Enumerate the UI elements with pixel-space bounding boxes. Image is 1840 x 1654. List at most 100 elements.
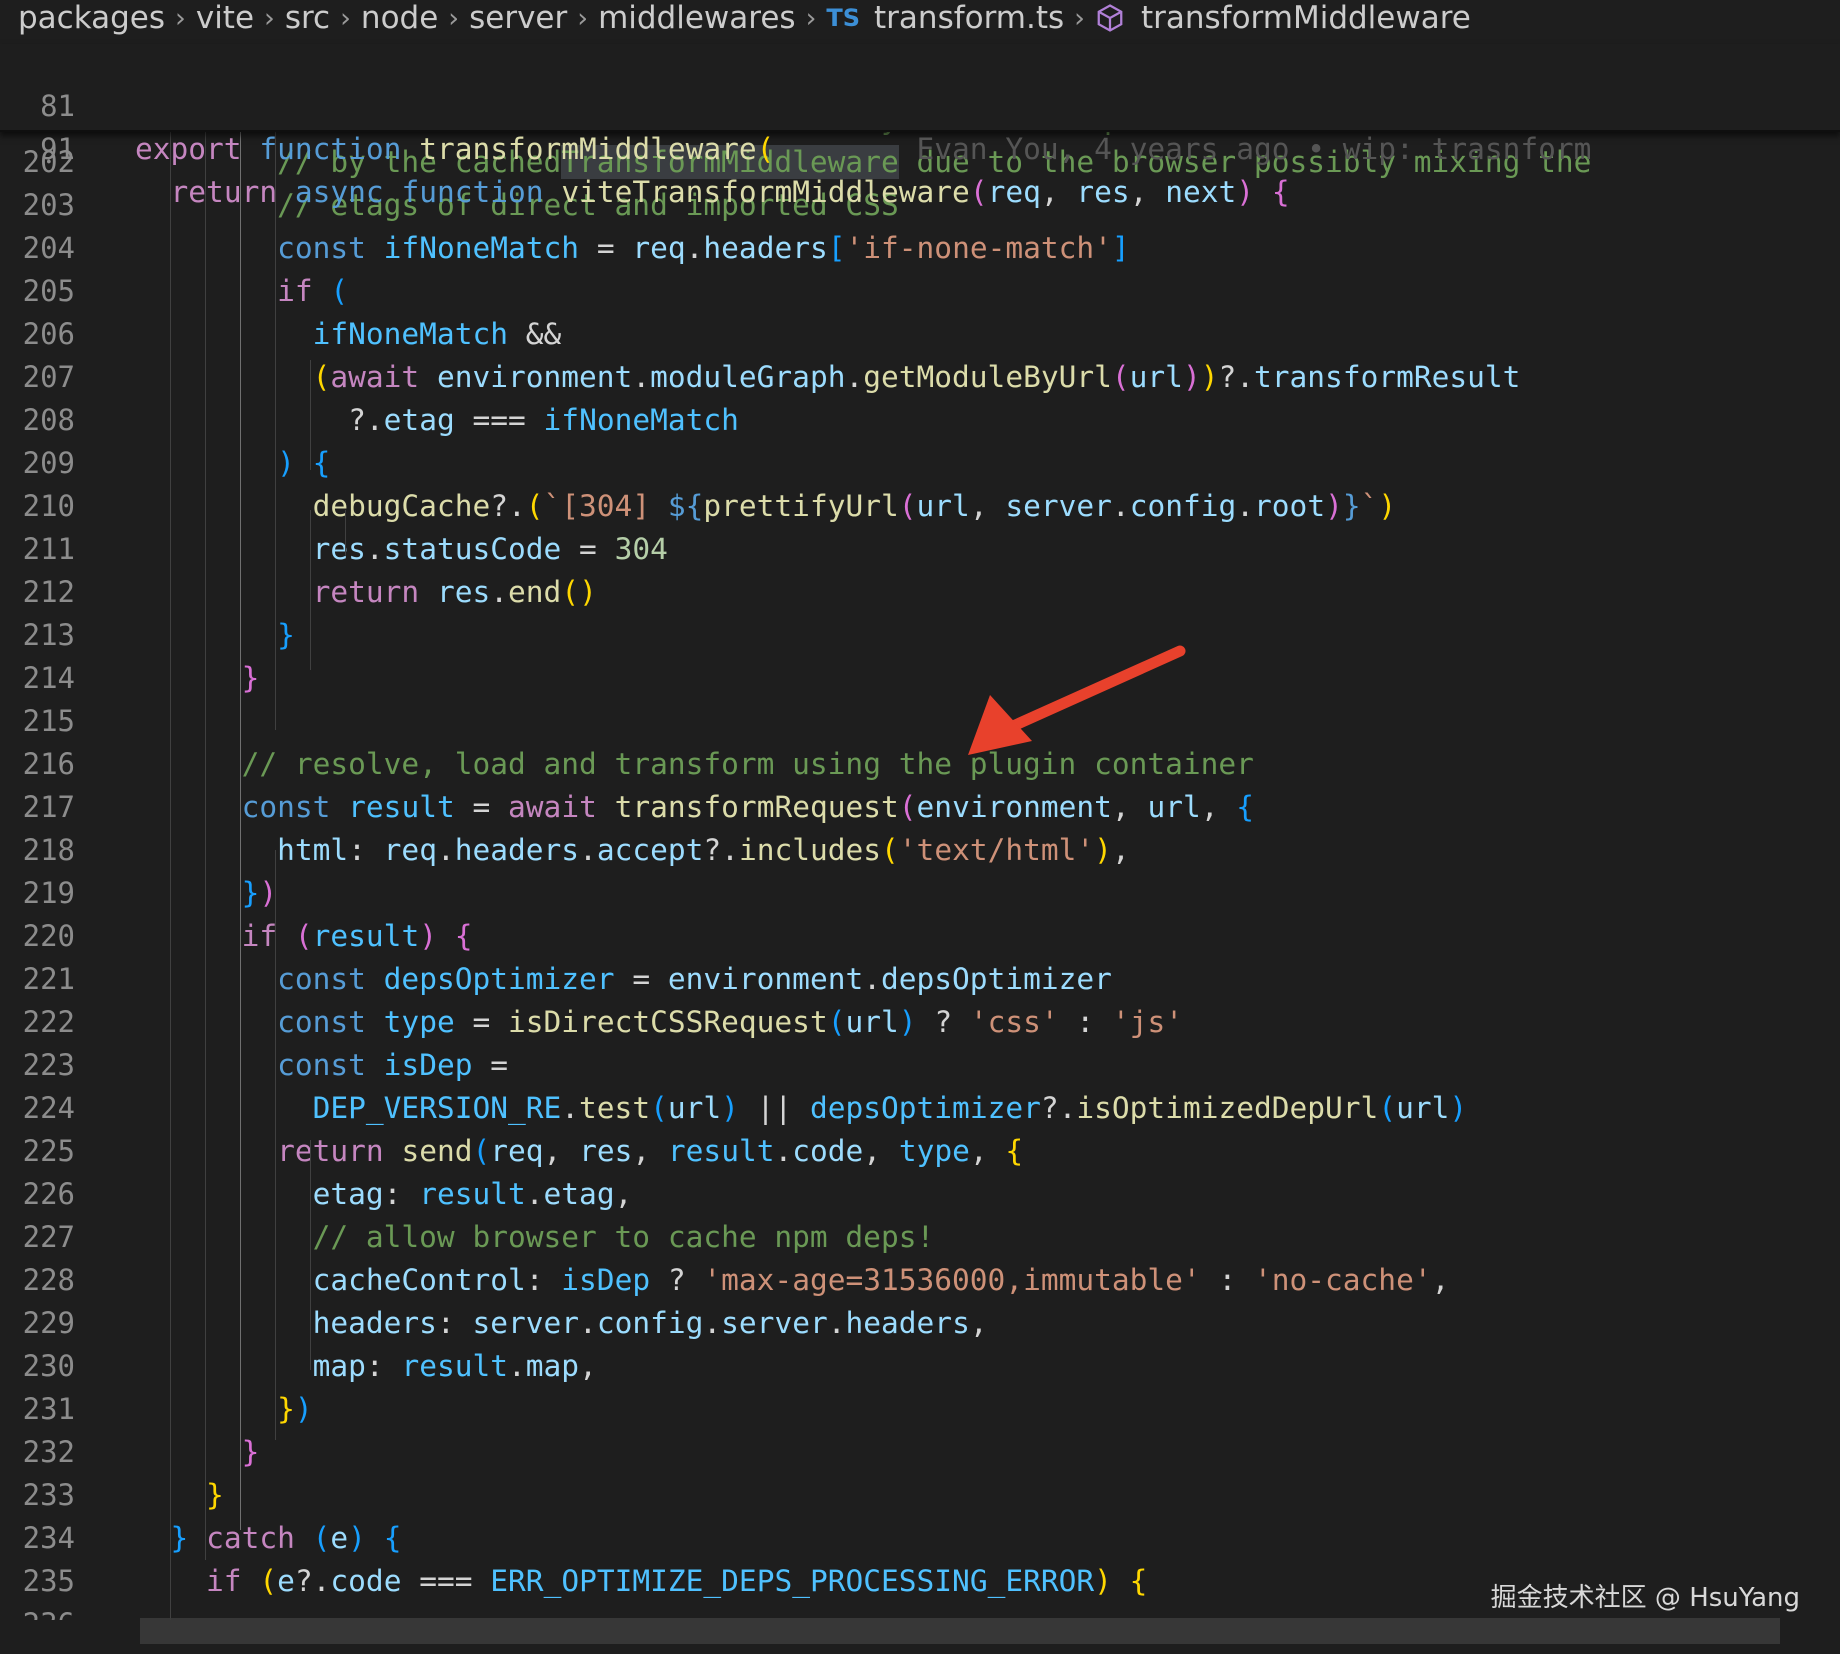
code-line[interactable]: 221 const depsOptimizer = environment.de… [0,958,1840,1001]
code-text: // allow browser to cache npm deps! [312,1220,935,1254]
line-number: 224 [22,1091,75,1125]
indent-guide [345,510,346,555]
code-line[interactable]: 219 }) [0,872,1840,915]
code-text: const type = isDirectCSSRequest(url) ? '… [277,1005,1183,1039]
line-number: 235 [22,1564,75,1598]
line-number: 210 [22,489,75,523]
code-text: res.statusCode = 304 [312,532,668,566]
line-number: 222 [22,1005,75,1039]
chevron-right-icon: › [340,2,351,34]
code-line[interactable]: 209 ) { [0,442,1840,485]
breadcrumb-item-vite[interactable]: vite [196,0,254,36]
code-text: }) [277,1392,313,1426]
line-number: 220 [22,919,75,953]
line-number: 230 [22,1349,75,1383]
line-number: 207 [22,360,75,394]
code-line[interactable]: 216 // resolve, load and transform using… [0,743,1840,786]
breadcrumb-item-middlewares[interactable]: middlewares [598,0,796,36]
code-line[interactable]: 205 if ( [0,270,1840,313]
breadcrumb: packages › vite › src › node › server › … [0,0,1840,36]
code-text: } catch (e) { [170,1521,402,1555]
sticky-scroll-header[interactable]: 81 export function transformMiddleware( … [0,42,1840,209]
line-number: 215 [22,704,75,738]
code-line[interactable]: 232 } [0,1431,1840,1474]
sticky-line[interactable]: 81 export function transformMiddleware( … [0,42,1840,166]
code-text: return async function viteTransformMiddl… [170,175,1290,209]
code-line[interactable]: 212 return res.end() [0,571,1840,614]
line-number: 208 [22,403,75,437]
code-line[interactable]: 222 const type = isDirectCSSRequest(url)… [0,1001,1840,1044]
code-line[interactable]: 206 ifNoneMatch && [0,313,1840,356]
line-number: 225 [22,1134,75,1168]
code-line[interactable]: 230 map: result.map, [0,1345,1840,1388]
code-line[interactable]: 225 return send(req, res, result.code, t… [0,1130,1840,1173]
code-line[interactable]: 207 (await environment.moduleGraph.getMo… [0,356,1840,399]
breadcrumb-item-symbol[interactable]: transformMiddleware [1141,0,1471,36]
breadcrumb-item-packages[interactable]: packages [18,0,165,36]
code-text: return send(req, res, result.code, type,… [277,1134,1024,1168]
code-text: cacheControl: isDep ? 'max-age=31536000,… [312,1263,1450,1297]
line-number: 228 [22,1263,75,1297]
code-line[interactable]: 226 etag: result.etag, [0,1173,1840,1216]
code-text: } [277,618,295,652]
code-text: if (e?.code === ERR_OPTIMIZE_DEPS_PROCES… [206,1564,1148,1598]
code-line[interactable]: 204 const ifNoneMatch = req.headers['if-… [0,227,1840,270]
chevron-right-icon: › [175,2,186,34]
line-number: 212 [22,575,75,609]
code-text: const isDep = [277,1048,509,1082]
line-number: 217 [22,790,75,824]
breadcrumb-item-server[interactable]: server [469,0,567,36]
chevron-right-icon: › [577,2,589,34]
code-line[interactable]: 211 res.statusCode = 304 [0,528,1840,571]
code-text: ) { [277,446,331,480]
code-line[interactable]: 223 const isDep = [0,1044,1840,1087]
indent-guide [310,360,311,470]
watermark: 掘金技术社区 @ HsuYang [1490,1583,1800,1613]
line-number: 214 [22,661,75,695]
line-number: 209 [22,446,75,480]
code-text: (await environment.moduleGraph.getModule… [312,360,1521,394]
git-blame-annotation: Evan You, 4 years ago • wip: trasnform [916,132,1592,166]
code-line[interactable]: 227 // allow browser to cache npm deps! [0,1216,1840,1259]
line-number: 211 [22,532,75,566]
code-text: }) [241,876,278,910]
indent-guide [310,510,311,670]
breadcrumb-item-src[interactable]: src [285,0,330,36]
code-text: export function transformMiddleware( Eva… [135,132,1592,166]
code-line[interactable]: 213 } [0,614,1840,657]
code-line[interactable]: 234 } catch (e) { [0,1517,1840,1560]
code-line[interactable]: 228 cacheControl: isDep ? 'max-age=31536… [0,1259,1840,1302]
code-line[interactable]: 210 debugCache?.(`[304] ${prettifyUrl(ur… [0,485,1840,528]
line-number: 218 [22,833,75,867]
code-line[interactable]: 208 ?.etag === ifNoneMatch [0,399,1840,442]
code-line[interactable]: 229 headers: server.config.server.header… [0,1302,1840,1345]
line-number: 219 [22,876,75,910]
horizontal-scrollbar[interactable] [140,1618,1780,1644]
code-line[interactable]: 218 html: req.headers.accept?.includes('… [0,829,1840,872]
chevron-right-icon: › [805,2,817,34]
line-number: 213 [22,618,75,652]
code-text: DEP_VERSION_RE.test(url) || depsOptimize… [312,1091,1468,1125]
code-line[interactable]: 217 const result = await transformReques… [0,786,1840,829]
code-line[interactable]: 220 if (result) { [0,915,1840,958]
breadcrumb-item-file[interactable]: transform.ts [874,0,1064,36]
line-number: 227 [22,1220,75,1254]
code-line[interactable]: 231 }) [0,1388,1840,1431]
indent-guide [275,850,276,1440]
line-number: 205 [22,274,75,308]
chevron-right-icon: › [264,2,275,34]
line-number: 234 [22,1521,75,1555]
code-text: const result = await transformRequest(en… [241,790,1255,824]
code-line[interactable]: 214 } [0,657,1840,700]
breadcrumb-item-node[interactable]: node [361,0,438,36]
editor-code-area[interactable]: 201 // check if we can return 304 early … [0,110,1840,1620]
code-line[interactable]: 233 } [0,1474,1840,1517]
line-number: 229 [22,1306,75,1340]
sticky-line[interactable]: 91 return async function viteTransformMi… [0,85,1840,209]
code-line[interactable]: 224 DEP_VERSION_RE.test(url) || depsOpti… [0,1087,1840,1130]
line-number: 233 [22,1478,75,1512]
line-number: 91 [40,132,75,166]
code-line[interactable]: 215 [0,700,1840,743]
chevron-right-icon: › [1074,2,1085,34]
line-number: 231 [22,1392,75,1426]
